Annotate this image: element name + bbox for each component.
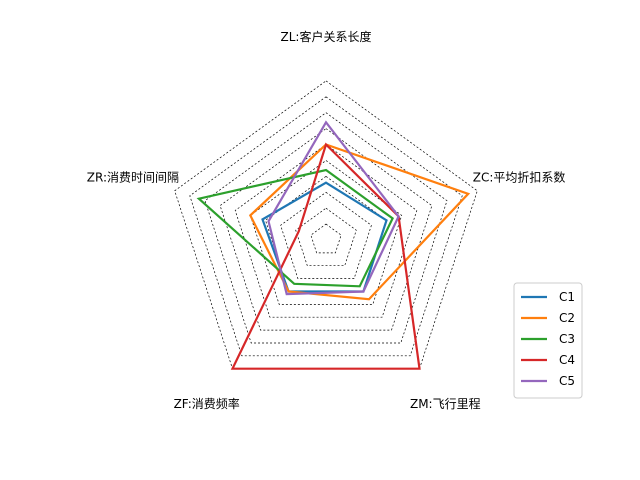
- axis-label-2: ZM:飞行里程: [410, 396, 481, 411]
- grid-ring-1: [295, 207, 357, 267]
- grid-ring-0: [310, 223, 342, 254]
- axis-labels: ZL:客户关系长度 ZC:平均折扣系数 ZM:飞行里程 ZF:消费频率 ZR:消费时间间…: [87, 29, 566, 411]
- axis-label-3: ZF:消费频率: [174, 396, 240, 411]
- legend-label-c3: C3: [559, 332, 575, 346]
- legend-label-c4: C4: [559, 353, 575, 367]
- legend: C1 C2 C3 C4 C5: [513, 282, 583, 399]
- series-c3: [196, 168, 394, 288]
- series-layer: [196, 120, 471, 370]
- axis-label-1: ZC:平均折扣系数: [473, 169, 566, 184]
- legend-label-c5: C5: [559, 374, 575, 388]
- axis-label-4: ZR:消费时间间隔: [87, 170, 179, 184]
- series-c4: [230, 142, 421, 370]
- legend-label-c1: C1: [559, 290, 575, 304]
- legend-label-c2: C2: [559, 311, 575, 325]
- radar-chart: ZL:客户关系长度 ZC:平均折扣系数 ZM:飞行里程 ZF:消费频率 ZR:消费时间间…: [87, 29, 583, 411]
- axis-label-0: ZL:客户关系长度: [281, 29, 372, 44]
